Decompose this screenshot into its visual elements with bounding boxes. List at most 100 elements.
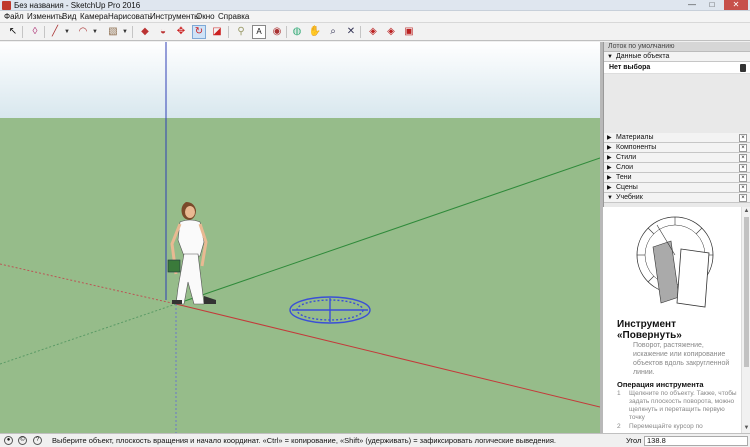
pan-tool-icon[interactable]: ✋ — [308, 25, 322, 39]
shape-dropdown-icon[interactable]: ▼ — [122, 25, 128, 39]
close-panel-icon[interactable]: × — [739, 134, 747, 142]
text-tool-icon[interactable]: A — [252, 25, 266, 39]
offset-tool-icon[interactable]: ◒ — [156, 25, 170, 39]
menu-camera[interactable]: Камера — [80, 11, 108, 23]
measurements-label: Угол — [626, 436, 642, 445]
scale-tool-icon[interactable]: ◪ — [210, 25, 224, 39]
menu-file[interactable]: Файл — [4, 11, 24, 23]
drawing-area[interactable] — [0, 42, 600, 433]
toolbar-separator — [22, 26, 23, 38]
zoom-tool-icon[interactable]: ⌕ — [326, 25, 340, 39]
scroll-thumb[interactable] — [744, 217, 749, 367]
measurements-box[interactable]: 138.8 — [644, 436, 748, 446]
tutorial-steps: 1 Щелкните по объекту. Также, чтобы зада… — [617, 390, 737, 432]
minimize-button[interactable]: — — [683, 0, 701, 10]
sky — [0, 42, 600, 118]
close-panel-icon[interactable]: × — [739, 144, 747, 152]
step-text: Перемещайте курсор по — [629, 423, 703, 430]
tutorial-heading: Инструмент «Повернуть» — [617, 319, 682, 341]
collapsed-arrow-icon: ▶ — [607, 175, 612, 181]
arc-tool-icon[interactable]: ◠ — [76, 25, 90, 39]
rotate-tool-icon[interactable]: ↻ — [192, 25, 206, 39]
ground — [0, 118, 600, 433]
panel-entity-info[interactable]: ▼ Данные объекта — [604, 52, 750, 62]
panel-shadows[interactable]: ▶ Тени × — [604, 173, 750, 183]
eraser-tool-icon[interactable]: ◊ — [28, 25, 42, 39]
menu-tools[interactable]: Инструменты — [150, 11, 200, 23]
rotate-tool-illustration — [636, 216, 714, 308]
status-bar: ● © ? Выберите объект, плоскость вращени… — [0, 433, 750, 447]
title-bar: Без названия - SketchUp Pro 2016 — □ ✕ — [0, 0, 750, 11]
menu-view[interactable]: Вид — [62, 11, 76, 23]
panel-styles[interactable]: ▶ Стили × — [604, 153, 750, 163]
rectangle-tool-icon[interactable]: ▧ — [106, 25, 120, 39]
zoom-extents-tool-icon[interactable]: ✕ — [344, 25, 358, 39]
tutorial-step: 2 Перемещайте курсор по — [617, 423, 737, 431]
orbit-tool-icon[interactable]: ◍ — [290, 25, 304, 39]
collapsed-arrow-icon: ▶ — [607, 135, 612, 141]
collapsed-arrow-icon: ▶ — [607, 185, 612, 191]
scroll-up-icon[interactable]: ▲ — [743, 208, 750, 215]
toolbar-separator — [228, 26, 229, 38]
tray-empty-space — [604, 74, 750, 133]
layout-icon[interactable]: ▣ — [402, 25, 416, 39]
panel-components[interactable]: ▶ Компоненты × — [604, 143, 750, 153]
line-tool-icon[interactable]: ╱ — [48, 25, 62, 39]
scroll-down-icon[interactable]: ▼ — [743, 425, 750, 432]
panel-title: Компоненты — [616, 144, 657, 151]
close-panel-icon[interactable]: × — [739, 154, 747, 162]
credits-icon[interactable]: © — [18, 436, 27, 445]
help-icon[interactable]: ? — [33, 436, 42, 445]
entity-info-body: Нет выбора — [604, 62, 750, 74]
panel-title: Слои — [616, 164, 634, 171]
push-pull-tool-icon[interactable]: ◆ — [138, 25, 152, 39]
close-panel-icon[interactable]: × — [739, 184, 747, 192]
panel-layers[interactable]: ▶ Слои × — [604, 163, 750, 173]
panel-title: Сцены — [616, 184, 638, 191]
close-panel-icon[interactable]: × — [739, 174, 747, 182]
lock-icon — [740, 64, 746, 72]
close-panel-icon[interactable]: × — [739, 164, 747, 172]
collapsed-arrow-icon: ▶ — [607, 155, 612, 161]
step-text: Щелкните по объекту. Также, чтобы задать… — [629, 390, 737, 421]
geo-location-icon[interactable]: ● — [4, 436, 13, 445]
extension-warehouse-icon[interactable]: ◈ — [384, 25, 398, 39]
instructor-scrollbar[interactable]: ▲ ▼ — [741, 207, 750, 433]
panel-title: Учебник — [616, 194, 643, 201]
menu-help[interactable]: Справка — [218, 11, 249, 23]
panel-title: Стили — [616, 154, 637, 161]
close-panel-icon[interactable]: × — [739, 194, 747, 202]
tutorial-step: 1 Щелкните по объекту. Также, чтобы зада… — [617, 390, 737, 422]
select-tool-icon[interactable]: ↖ — [6, 25, 20, 39]
toolbar-separator — [44, 26, 45, 38]
instructor-content: Инструмент «Повернуть» Поворот, растяжен… — [603, 207, 741, 433]
close-button[interactable]: ✕ — [724, 0, 748, 10]
menu-edit[interactable]: Изменить — [27, 11, 63, 23]
3d-warehouse-icon[interactable]: ◈ — [366, 25, 380, 39]
panel-materials[interactable]: ▶ Материалы × — [604, 133, 750, 143]
panel-title: Данные объекта — [616, 53, 670, 60]
paint-bucket-tool-icon[interactable]: ◉ — [270, 25, 284, 39]
tape-measure-tool-icon[interactable]: ⚲ — [234, 25, 248, 39]
tutorial-subheading: Операция инструмента — [617, 380, 704, 389]
sketchup-logo-icon — [2, 1, 11, 10]
toolbar-separator — [132, 26, 133, 38]
maximize-button[interactable]: □ — [703, 0, 721, 10]
panel-scenes[interactable]: ▶ Сцены × — [604, 183, 750, 193]
move-tool-icon[interactable]: ✥ — [174, 25, 188, 39]
collapsed-arrow-icon: ▶ — [607, 145, 612, 151]
line-dropdown-icon[interactable]: ▼ — [64, 25, 70, 39]
panel-instructor[interactable]: ▼ Учебник × — [604, 193, 750, 203]
menu-window[interactable]: Окно — [196, 11, 215, 23]
tray-title: Лоток по умолчанию — [604, 42, 750, 52]
arc-dropdown-icon[interactable]: ▼ — [92, 25, 98, 39]
panel-title: Материалы — [616, 134, 654, 141]
panel-title: Тени — [616, 174, 632, 181]
expanded-arrow-icon: ▼ — [607, 195, 613, 201]
status-message: Выберите объект, плоскость вращения и на… — [52, 436, 557, 445]
menu-draw[interactable]: Нарисовать — [108, 11, 152, 23]
step-number: 1 — [617, 390, 621, 397]
expanded-arrow-icon: ▼ — [607, 54, 613, 60]
main-toolbar: ↖ ◊ ╱ ▼ ◠ ▼ ▧ ▼ ◆ ◒ ✥ ↻ ◪ ⚲ A ◉ ◍ ✋ ⌕ ✕ … — [0, 23, 750, 41]
protractor-icon — [289, 296, 371, 324]
